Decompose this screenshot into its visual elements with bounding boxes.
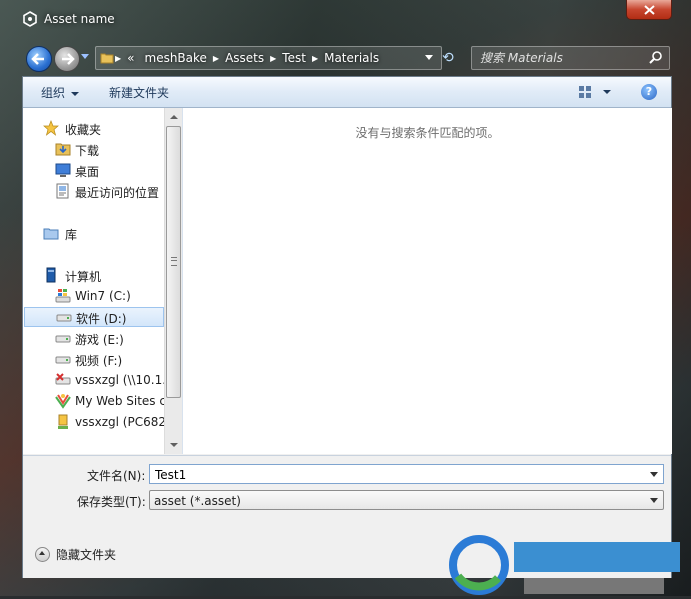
navigation-pane: 收藏夹 下载 桌面 最近访问的位置 库 计算机 Win7 (C:) 软件 (D:… — [23, 108, 164, 454]
breadcrumb-arrow-icon[interactable]: ▶ — [312, 54, 318, 63]
web-sites-icon — [55, 394, 71, 409]
nav-desktop[interactable]: 桌面 — [23, 160, 164, 180]
empty-message: 没有与搜索条件匹配的项。 — [355, 126, 500, 140]
nav-libraries-label: 库 — [65, 228, 78, 242]
windows-drive-icon — [55, 289, 71, 303]
nav-drive-e[interactable]: 游戏 (E:) — [23, 328, 164, 348]
filetype-value: asset (*.asset) — [154, 494, 241, 508]
nav-drive-c[interactable]: Win7 (C:) — [23, 286, 164, 306]
hide-folders-button[interactable]: 隐藏文件夹 — [35, 546, 116, 563]
arrow-left-icon — [31, 53, 44, 65]
drive-icon — [56, 314, 72, 322]
filename-combobox[interactable] — [149, 464, 664, 484]
search-icon[interactable] — [649, 50, 663, 64]
nav-my-web-sites-label: My Web Sites c — [75, 394, 164, 408]
nav-network-drive-1[interactable]: vssxzgl (\\10.1.4 — [23, 370, 164, 390]
nav-drive-f-label: 视频 (F:) — [75, 354, 123, 368]
drive-icon — [55, 335, 71, 343]
close-button[interactable] — [626, 0, 672, 20]
address-dropdown[interactable] — [425, 55, 433, 60]
arrow-right-icon — [62, 53, 75, 65]
nav-recent[interactable]: 最近访问的位置 — [23, 181, 164, 201]
chevron-down-icon[interactable] — [650, 472, 658, 477]
filetype-label: 保存类型(T): — [77, 495, 146, 509]
nav-network-drive-1-label: vssxzgl (\\10.1.4 — [75, 373, 164, 387]
refresh-icon[interactable]: ⟲ — [442, 50, 458, 66]
library-icon — [43, 228, 59, 240]
nav-my-web-sites[interactable]: My Web Sites c — [23, 391, 164, 411]
back-button[interactable] — [26, 46, 52, 72]
nav-desktop-label: 桌面 — [75, 165, 100, 179]
breadcrumb-meshbake[interactable]: meshBake — [145, 51, 207, 65]
breadcrumb-arrow-icon[interactable]: ▶ — [115, 54, 121, 63]
help-button[interactable]: ? — [641, 84, 657, 100]
breadcrumb-materials[interactable]: Materials — [324, 51, 379, 65]
command-bar: 组织 新建文件夹 ? — [23, 77, 671, 108]
downloads-folder-icon — [55, 143, 71, 156]
view-options-icon[interactable] — [578, 85, 592, 99]
forward-button[interactable] — [54, 46, 80, 72]
address-bar[interactable]: ▶ « meshBake ▶ Assets ▶ Test ▶ Materials — [95, 46, 442, 70]
nav-recent-label: 最近访问的位置 — [75, 186, 160, 200]
recent-places-icon — [56, 183, 69, 199]
drive-icon — [55, 356, 71, 364]
new-folder-button[interactable]: 新建文件夹 — [109, 84, 169, 101]
folder-icon — [100, 53, 114, 64]
watermark-bar — [514, 542, 680, 572]
unity-icon — [23, 11, 37, 27]
nav-drive-d[interactable]: 软件 (D:) — [24, 307, 164, 327]
breadcrumb-arrow-icon[interactable]: ▶ — [213, 54, 219, 63]
watermark-bar — [524, 578, 664, 594]
network-folder-icon — [58, 414, 68, 429]
nav-network-drive-2[interactable]: vssxzgl (PC6829 — [23, 412, 164, 432]
breadcrumb-test[interactable]: Test — [282, 51, 306, 65]
breadcrumb-overflow[interactable]: « — [127, 51, 134, 65]
window-title: Asset name — [44, 12, 115, 26]
collapse-up-icon — [35, 547, 50, 562]
watermark-ring-icon — [449, 535, 509, 595]
chevron-down-icon — [650, 498, 658, 503]
computer-icon — [46, 267, 56, 283]
nav-favorites[interactable]: 收藏夹 — [23, 118, 164, 138]
nav-drive-c-label: Win7 (C:) — [75, 289, 131, 303]
nav-drive-f[interactable]: 视频 (F:) — [23, 349, 164, 369]
disconnected-network-drive-icon — [55, 373, 71, 385]
star-icon — [43, 120, 59, 136]
nav-downloads-label: 下载 — [75, 144, 100, 158]
hide-folders-label: 隐藏文件夹 — [56, 548, 117, 562]
nav-scrollbar[interactable] — [164, 108, 182, 454]
chevron-down-icon — [71, 91, 80, 96]
scroll-up-icon[interactable] — [170, 115, 178, 119]
nav-favorites-label: 收藏夹 — [65, 123, 102, 137]
file-list[interactable]: 没有与搜索条件匹配的项。 — [182, 108, 672, 454]
recent-pages-dropdown[interactable] — [81, 54, 89, 59]
nav-computer[interactable]: 计算机 — [23, 265, 164, 285]
scroll-down-icon[interactable] — [170, 443, 178, 447]
watermark-logo — [446, 534, 682, 596]
filename-input[interactable] — [153, 466, 637, 484]
grip-icon — [171, 257, 177, 266]
dialog-client: 组织 新建文件夹 ? 收藏夹 下载 桌面 最近访问的位置 库 计算机 Win7 … — [22, 76, 672, 578]
breadcrumb-assets[interactable]: Assets — [225, 51, 264, 65]
nav-network-drive-2-label: vssxzgl (PC6829 — [75, 415, 164, 429]
search-input[interactable] — [478, 49, 642, 67]
search-box[interactable] — [471, 46, 670, 70]
nav-computer-label: 计算机 — [65, 270, 102, 284]
view-dropdown-icon[interactable] — [603, 90, 611, 94]
nav-downloads[interactable]: 下载 — [23, 139, 164, 159]
scroll-thumb[interactable] — [166, 126, 181, 398]
nav-libraries[interactable]: 库 — [23, 223, 164, 243]
nav-drive-e-label: 游戏 (E:) — [75, 333, 124, 347]
filename-label: 文件名(N): — [87, 469, 146, 483]
organize-label: 组织 — [41, 86, 66, 100]
breadcrumb-arrow-icon[interactable]: ▶ — [270, 54, 276, 63]
desktop-icon — [55, 163, 71, 177]
close-icon — [643, 4, 655, 15]
filetype-select[interactable]: asset (*.asset) — [149, 490, 664, 510]
window-frame: Asset name ▶ « meshBake ▶ Assets ▶ Test … — [0, 0, 691, 596]
nav-drive-d-label: 软件 (D:) — [76, 312, 127, 326]
organize-button[interactable]: 组织 — [41, 84, 80, 101]
